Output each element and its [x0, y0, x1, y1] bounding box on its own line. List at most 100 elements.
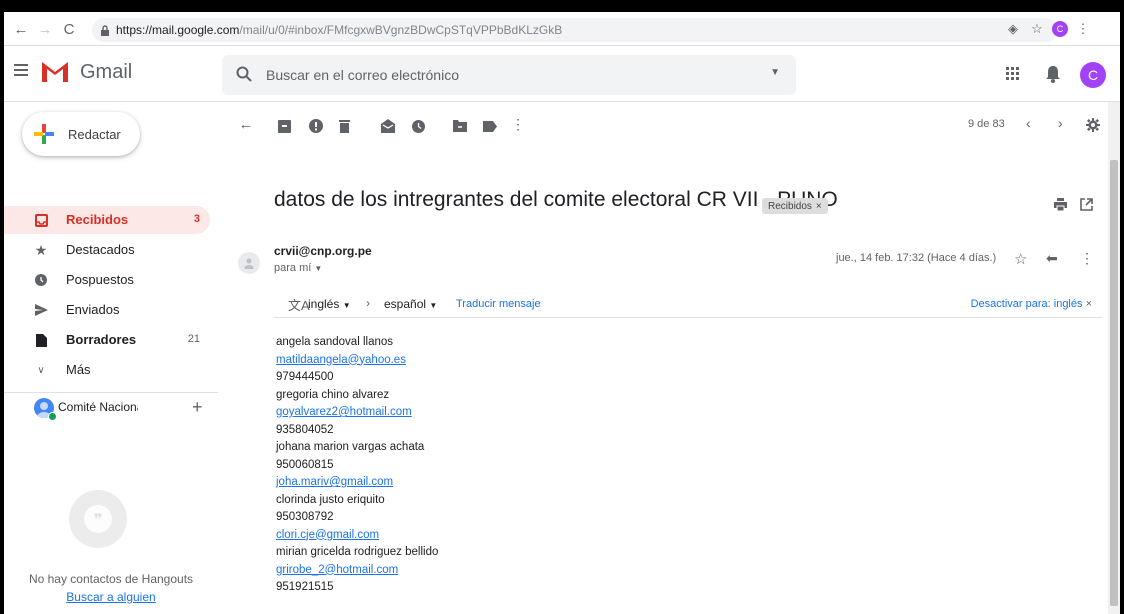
add-contact-icon[interactable]: +	[192, 397, 203, 418]
email-link[interactable]: matildaangela@yahoo.es	[276, 352, 438, 370]
caret-down-icon: ▼	[429, 301, 438, 310]
message-toolbar: ← ⋮ 9 de 83 ‹ ›	[218, 102, 1108, 150]
address-bar[interactable]: https://mail.google.com/mail/u/0/#inbox/…	[92, 18, 1058, 42]
compose-button[interactable]: Redactar	[22, 112, 140, 156]
draft-icon	[34, 333, 48, 347]
body-line: johana marion vargas achata	[276, 441, 425, 453]
account-avatar[interactable]: C	[1080, 62, 1106, 88]
sidebar-item-snoozed[interactable]: Pospuestos	[4, 266, 210, 294]
sender-avatar	[238, 252, 260, 274]
mark-unread-icon[interactable]	[380, 118, 396, 134]
url-host: https://mail.google.com	[116, 23, 240, 37]
forward-icon[interactable]: →	[34, 18, 56, 40]
pagination-text: 9 de 83	[968, 118, 1005, 130]
newer-chevron-icon[interactable]: ‹	[1026, 115, 1031, 131]
sidebar-item-inbox[interactable]: Recibidos 3	[4, 206, 210, 234]
email-link[interactable]: goyalvarez2@hotmail.com	[276, 404, 438, 422]
target-language: español	[384, 297, 427, 311]
message-more-icon[interactable]: ⋮	[1080, 250, 1094, 267]
email-link[interactable]: grirobe_2@hotmail.com	[276, 562, 438, 580]
search-box[interactable]: ▼	[222, 55, 796, 95]
sender-address: crvii@cnp.org.pe	[274, 244, 372, 258]
scrollbar-thumb[interactable]	[1110, 160, 1118, 606]
gmail-logo-icon[interactable]	[40, 58, 70, 84]
label-chip[interactable]: Recibidos ×	[762, 198, 828, 214]
reply-icon[interactable]: ⬅	[1046, 250, 1058, 267]
search-options-icon[interactable]: ▼	[770, 67, 780, 78]
email-link[interactable]: joha.mariv@gmail.com	[276, 474, 438, 492]
bookmark-star-icon[interactable]: ☆	[1028, 18, 1046, 40]
app-name[interactable]: Gmail	[80, 61, 132, 84]
older-chevron-icon[interactable]: ›	[1058, 115, 1063, 131]
body-line: 950308792	[276, 511, 334, 523]
recipient-text: para mí	[274, 262, 312, 274]
no-contacts-text: No hay contactos de Hangouts	[28, 572, 194, 586]
reload-icon[interactable]: C	[58, 18, 80, 40]
hangouts-user[interactable]: Comité Nacional +	[34, 396, 214, 421]
move-to-icon[interactable]	[452, 118, 468, 134]
more-actions-icon[interactable]: ⋮	[510, 116, 526, 132]
sidebar: Redactar Recibidos 3 ★ Destacados Pospue…	[4, 102, 218, 614]
back-to-inbox-icon[interactable]: ←	[238, 116, 254, 133]
search-icon[interactable]	[236, 66, 252, 82]
gmail-header: Gmail ▼ C	[4, 46, 1120, 102]
label-chip-text: Recibidos	[768, 200, 812, 212]
search-input[interactable]	[266, 63, 746, 87]
star-toggle-icon[interactable]: ☆	[1014, 250, 1027, 268]
disable-translate-link[interactable]: Desactivar para: inglés ×	[971, 298, 1092, 310]
browser-menu-icon[interactable]: ⋮	[1074, 18, 1092, 40]
sidebar-item-label: Borradores	[66, 332, 137, 347]
url-path: /mail/u/0/#inbox/FMfcgxwBVgnzBDwCpSTqVPP…	[239, 23, 563, 37]
body-line: 979444500	[276, 371, 334, 383]
hangouts-user-name: Comité Nacional	[58, 400, 138, 414]
notifications-icon[interactable]	[1046, 65, 1060, 83]
hangouts-quote-icon: ❞	[69, 490, 127, 548]
message-subject: datos de los intregrantes del comite ele…	[274, 188, 838, 211]
inbox-icon	[34, 213, 48, 227]
extension-icon[interactable]: ◈	[1004, 18, 1022, 40]
sidebar-divider	[4, 392, 218, 393]
unread-count: 3	[193, 213, 200, 225]
remove-label-icon[interactable]: ×	[816, 201, 822, 212]
archive-icon[interactable]	[276, 118, 292, 134]
send-icon	[34, 303, 48, 317]
main-menu-icon[interactable]	[14, 64, 28, 78]
lock-icon	[101, 24, 109, 36]
message-date: jue., 14 feb. 17:32 (Hace 4 días.)	[836, 252, 997, 264]
sidebar-item-starred[interactable]: ★ Destacados	[4, 236, 210, 264]
open-new-window-icon[interactable]	[1080, 198, 1093, 211]
source-language: inglés	[308, 297, 340, 311]
recipient-details-icon[interactable]: ▼	[314, 264, 322, 273]
sidebar-item-drafts[interactable]: Borradores 21	[4, 326, 210, 354]
body-line: gregoria chino alvarez	[276, 388, 390, 401]
find-someone-link[interactable]: Buscar a alguien	[4, 590, 218, 604]
back-icon[interactable]: ←	[10, 18, 32, 40]
close-icon[interactable]: ×	[1086, 298, 1092, 310]
settings-gear-icon[interactable]	[1086, 118, 1100, 132]
profile-avatar[interactable]: C	[1052, 21, 1068, 37]
message-body: angela sandoval llanos matildaangela@yaho…	[276, 334, 438, 597]
recipient-summary[interactable]: para mí ▼	[274, 262, 322, 274]
caret-down-icon: ▼	[342, 301, 351, 310]
sidebar-item-sent[interactable]: Enviados	[4, 296, 210, 324]
apps-grid-icon[interactable]	[1006, 67, 1020, 81]
source-language-select[interactable]: inglés ▼	[308, 297, 351, 311]
snooze-icon[interactable]	[410, 118, 426, 134]
disable-translate-text: Desactivar para: inglés	[970, 298, 1083, 310]
sidebar-item-label: Enviados	[66, 302, 120, 317]
body-line: 951921515	[276, 581, 334, 593]
target-language-select[interactable]: español ▼	[384, 297, 437, 311]
print-icon[interactable]	[1054, 198, 1067, 211]
delete-icon[interactable]	[336, 118, 352, 134]
body-line: clorinda justo eriquito	[276, 493, 385, 506]
chevron-down-icon: ∨	[37, 364, 45, 376]
online-status-badge	[48, 412, 57, 421]
sidebar-item-more[interactable]: ∨ Más	[4, 356, 210, 384]
body-line: angela sandoval llanos	[276, 336, 394, 348]
sidebar-item-label: Más	[66, 362, 91, 377]
report-spam-icon[interactable]	[308, 118, 324, 134]
label-icon[interactable]	[482, 118, 498, 134]
email-link[interactable]: clori.cje@gmail.com	[276, 527, 438, 545]
translate-message-link[interactable]: Traducir mensaje	[456, 298, 541, 310]
body-line: 935804052	[276, 423, 334, 436]
